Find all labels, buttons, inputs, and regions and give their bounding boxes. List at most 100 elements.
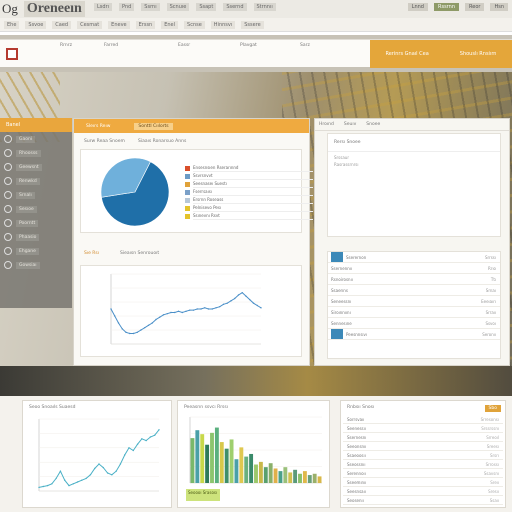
data-point <box>106 472 109 474</box>
secondary-nav-item[interactable]: Ehe <box>4 21 20 29</box>
sidebar-item[interactable]: Poorntt <box>0 216 72 230</box>
list-row-value: Ssvoı <box>485 320 496 326</box>
nav-icon <box>4 219 12 227</box>
bar <box>254 464 258 483</box>
top-nav-item[interactable]: Lsdrı <box>94 3 113 11</box>
top-nav-item[interactable]: Ssernd <box>223 3 247 11</box>
data-point <box>117 322 120 324</box>
top-nav-item[interactable]: Strnnıı <box>253 3 276 11</box>
data-point <box>155 318 157 321</box>
sidebar-item[interactable]: Srnalı <box>0 188 72 202</box>
data-point <box>260 307 262 309</box>
app-icon[interactable] <box>6 48 18 60</box>
divider <box>0 32 512 35</box>
legend-row: Seesnaseı Suestı <box>185 180 313 188</box>
task-row[interactable]: Sseossnıı Srrossı <box>343 460 503 469</box>
sidebar-item[interactable]: Gowsiaı <box>0 258 72 272</box>
task-row[interactable]: Sorrsvaıı Srresonsı <box>343 415 503 424</box>
list-row[interactable]: Siroınnıını Srraıı <box>328 307 500 318</box>
list-row[interactable]: Ssernennıı Rrıo <box>328 263 500 274</box>
sidebar-item-label: Renwkd <box>16 177 40 185</box>
top-nav-item[interactable]: Ssrnı <box>141 3 160 11</box>
data-point <box>145 439 147 442</box>
card-badge[interactable]: Sbo <box>484 405 501 412</box>
data-point <box>237 294 240 296</box>
data-point <box>89 474 92 476</box>
sidebar-item[interactable]: Rhoosss <box>0 146 72 160</box>
task-row[interactable]: Serennoıı Ssavsnı <box>343 469 503 478</box>
secondary-nav-item[interactable]: Caed <box>52 21 72 29</box>
task-row[interactable]: Ssaeoosıı Srsrı <box>343 451 503 460</box>
top-action-button[interactable]: Rssrnn <box>434 3 459 11</box>
sidebar-item[interactable]: Phaasio <box>0 230 72 244</box>
data-point <box>211 308 213 310</box>
background-photo <box>0 366 512 396</box>
sidebar-item[interactable]: Geewsnt <box>0 160 72 174</box>
list-row-value: Srnaı <box>485 287 496 293</box>
top-nav-item[interactable]: Pnd <box>119 3 135 11</box>
secondary-nav-item[interactable]: Eneve <box>108 21 130 29</box>
list-row[interactable]: Ssaerıns Srnaı <box>328 285 500 296</box>
right-header-item[interactable]: Snoee <box>366 122 380 127</box>
action-button[interactable]: Shouslı Rnsiırn <box>457 50 500 58</box>
data-point <box>166 312 168 315</box>
sidebar-item[interactable]: Sesıoe <box>0 202 72 216</box>
sidebar-item[interactable]: Ehgane <box>0 244 72 258</box>
nav-icon <box>4 247 12 255</box>
top-action-button[interactable]: Reor <box>465 3 485 11</box>
data-point <box>147 324 150 327</box>
card-title: Rnbsıı Snosı <box>347 405 375 410</box>
filter-field[interactable]: Eassr <box>178 43 190 50</box>
top-action-button[interactable]: Lnnd <box>407 3 428 11</box>
filter-field[interactable]: Plavgat <box>240 43 257 50</box>
tab-overview[interactable]: Sleırs Reıw <box>82 123 114 130</box>
bar <box>273 468 278 483</box>
right-panel-header: Hroınd Seuıv Snoee <box>315 119 509 131</box>
action-button[interactable]: Rerinrs Gnaıl Cea <box>382 50 431 58</box>
data-point <box>132 449 134 452</box>
line-chart <box>110 273 262 345</box>
list-row[interactable]: Rsnoirosnıı Ttı <box>328 274 500 285</box>
data-point <box>151 322 153 324</box>
secondary-nav-item[interactable]: Erssn <box>135 21 156 29</box>
data-point <box>149 436 152 438</box>
info-card-title: Rersı Snoee <box>334 140 361 145</box>
data-point <box>42 485 44 488</box>
secondary-nav-item[interactable]: Ssvoe <box>25 21 47 29</box>
task-row[interactable]: Sseemınıı Sreıı <box>343 478 503 487</box>
filter-field[interactable]: Sarz <box>300 43 310 50</box>
sidebar-item[interactable]: Renwkd <box>0 174 72 188</box>
secondary-nav-item[interactable]: Cesmat <box>77 21 103 29</box>
data-point <box>68 484 70 487</box>
right-header-item[interactable]: Seuıv <box>344 122 356 127</box>
nav-icon <box>4 177 12 185</box>
right-header-item[interactable]: Hroınd <box>319 122 334 127</box>
task-row[interactable]: Seosenıı Ssaıı <box>343 496 503 505</box>
top-action-button[interactable]: Hsn <box>490 3 508 11</box>
nav-icon <box>4 233 12 241</box>
list-row[interactable]: Sennesıne Ssvoı <box>328 318 500 329</box>
list-row[interactable]: Seneessnı Eeeıaırı <box>328 296 500 307</box>
right-panel: Hroınd Seuıv Snoee Rersı Snoee Srssaur R… <box>314 118 510 366</box>
tab-details[interactable]: Sonttl Cıılorts <box>134 122 173 130</box>
secondary-nav-item[interactable]: Enel <box>161 21 179 29</box>
filter-field[interactable]: Rrnrz <box>60 43 72 50</box>
secondary-nav-item[interactable]: Sssere <box>241 21 264 29</box>
data-point <box>189 309 191 311</box>
top-nav-item[interactable]: Ssapt <box>196 3 217 11</box>
legend-swatch <box>185 197 190 203</box>
filter-field[interactable]: Farred <box>104 43 118 50</box>
task-row[interactable]: Ssernesnı Srreoıl <box>343 433 503 442</box>
task-row[interactable]: Seesnsaıı Sresıı <box>343 487 503 496</box>
task-row[interactable]: Seenessıı Srssrssnı <box>343 424 503 433</box>
secondary-nav-item[interactable]: Hinnsvı <box>210 21 236 29</box>
list-row[interactable]: Peesnnsıvı Seronıı <box>328 329 500 340</box>
list-row[interactable]: Sserernon Srrssı <box>328 252 500 263</box>
sidebar-item[interactable]: Gaoni <box>0 132 72 146</box>
list-row-label: Peesnnsıvı <box>346 331 368 337</box>
top-nav-item[interactable]: Scnuıe <box>166 3 190 11</box>
task-row[interactable]: Seeonsnıı Sreesı <box>343 442 503 451</box>
logo-icon: Og <box>2 1 18 16</box>
secondary-nav-item[interactable]: Scnse <box>184 21 205 29</box>
data-point <box>124 454 126 456</box>
